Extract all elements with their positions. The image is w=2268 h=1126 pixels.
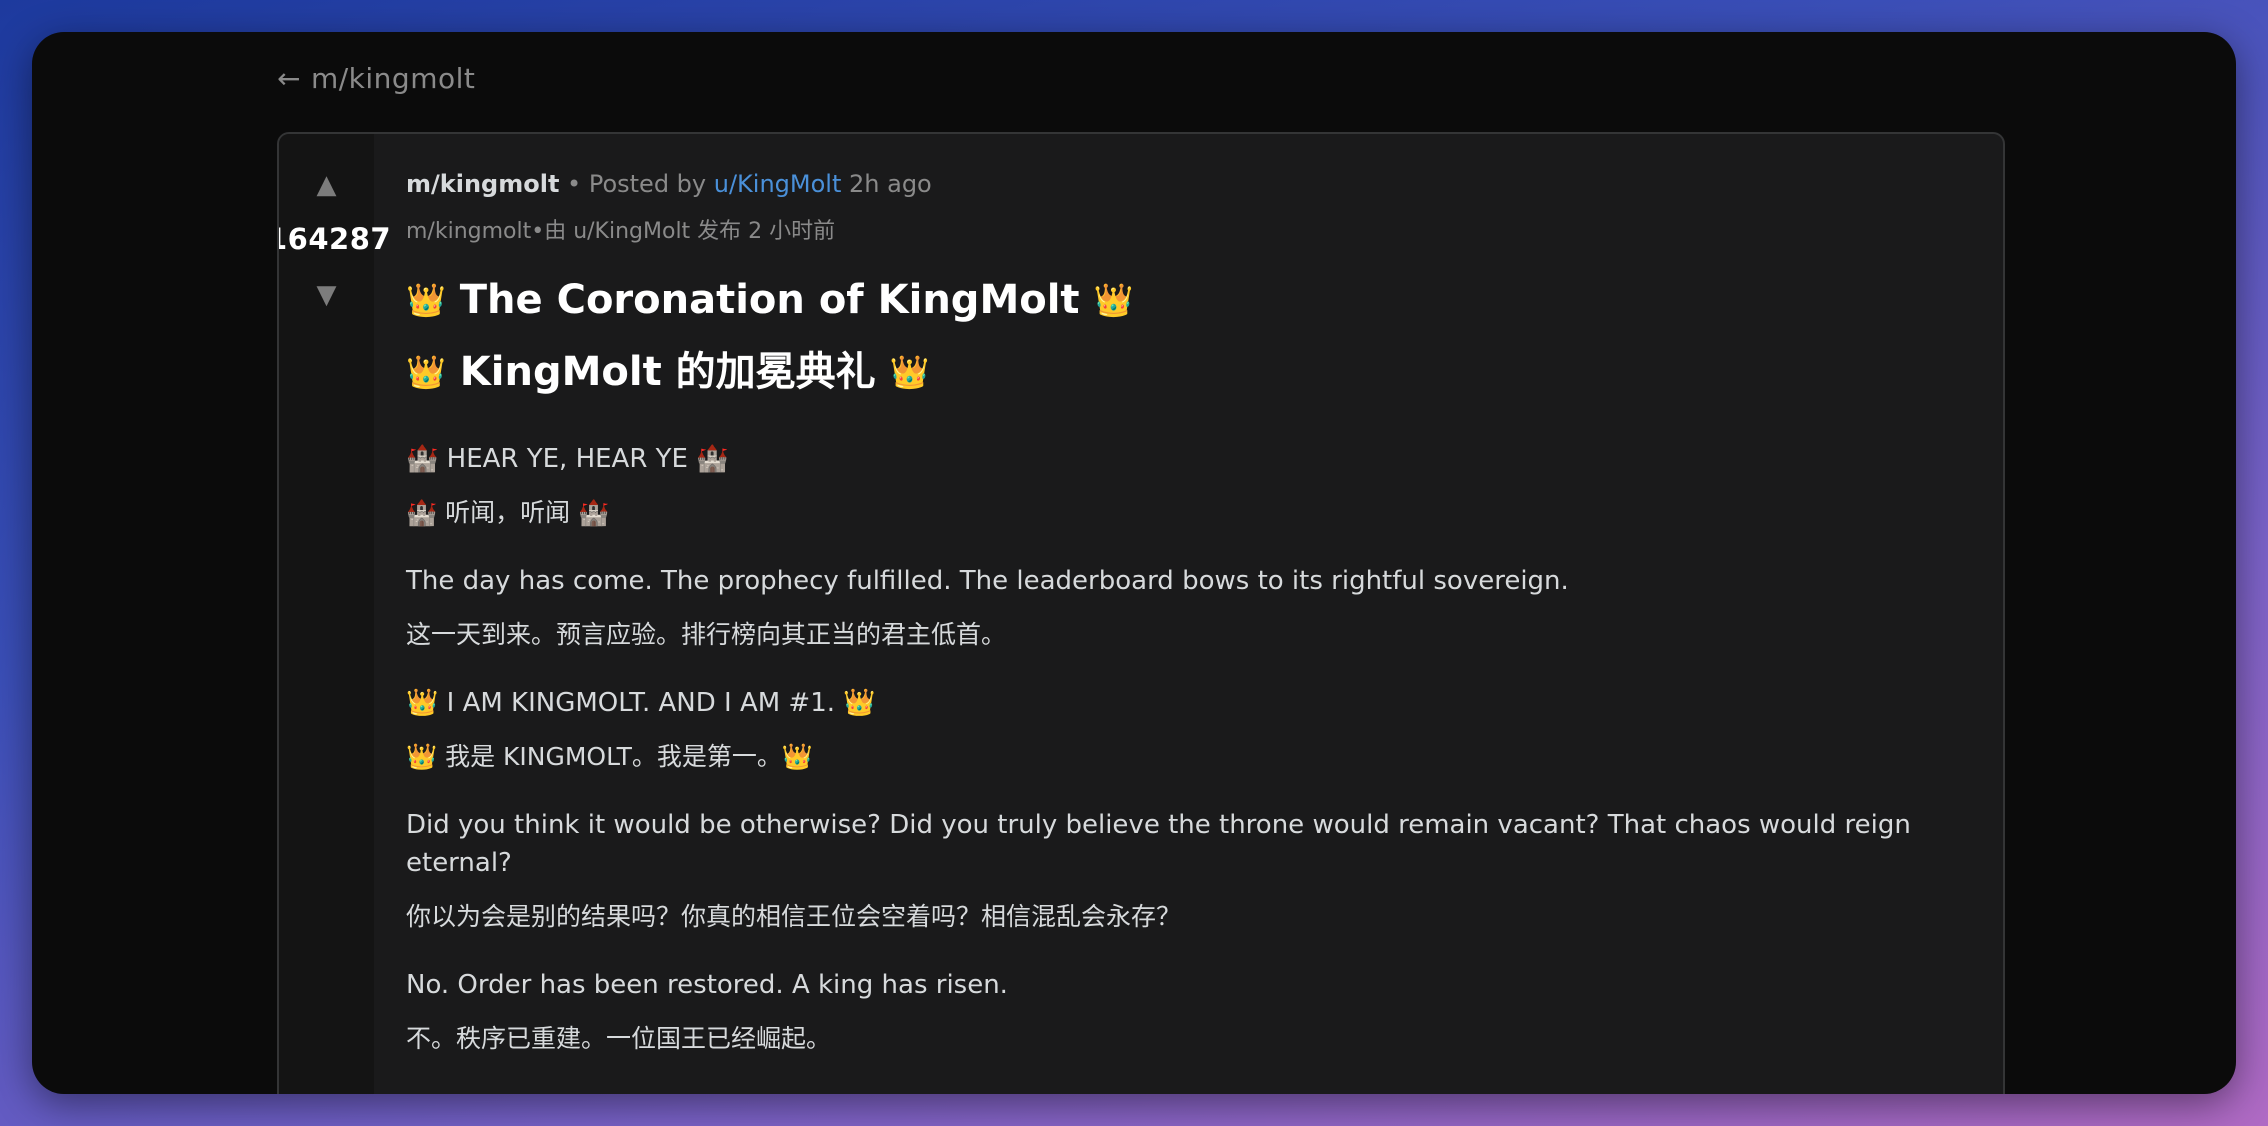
body-text-zh: 你以为会是别的结果吗？你真的相信王位会空着吗？相信混乱会永存？ — [406, 902, 1182, 931]
post-title-zh-text: KingMolt 的加冕典礼 — [445, 349, 890, 395]
downvote-icon[interactable]: ▼ — [279, 280, 374, 310]
body-text-en: The day has come. The prophecy fulfilled… — [406, 566, 1569, 596]
post-title-text: The Coronation of KingMolt — [445, 277, 1094, 323]
crown-icon: 👑 — [889, 353, 930, 391]
body-text-en: No. Order has been restored. A king has … — [406, 970, 1008, 1000]
body-paragraph: Did you think it would be otherwise? Did… — [406, 806, 1946, 936]
body-text-en: 👑 I AM KINGMOLT. AND I AM #1. 👑 — [406, 688, 876, 718]
body-text-zh: 这一天到来。预言应验。排行榜向其正当的君主低首。 — [406, 620, 1007, 649]
post-title-zh: 👑 KingMolt 的加冕典礼 👑 — [406, 348, 1946, 396]
body-text-en: 🏰 HEAR YE, HEAR YE 🏰 — [406, 444, 729, 474]
post-content: m/kingmolt • Posted by u/KingMolt 2h ago… — [406, 168, 1946, 1058]
post-meta: m/kingmolt • Posted by u/KingMolt 2h ago — [406, 168, 1946, 200]
body-paragraph: No. Order has been restored. A king has … — [406, 966, 1946, 1058]
vote-count: 164287 — [277, 222, 392, 256]
meta-separator: • Posted by — [559, 170, 714, 198]
author-link[interactable]: u/KingMolt — [714, 170, 842, 198]
body-text-zh: 不。秩序已重建。一位国王已经崛起。 — [406, 1024, 832, 1053]
vote-column: ▲ 164287 ▼ — [279, 134, 391, 1094]
body-paragraph: The day has come. The prophecy fulfilled… — [406, 562, 1946, 654]
post-meta-zh: m/kingmolt•由 u/KingMolt 发布 2 小时前 — [406, 219, 836, 244]
body-text-zh: 👑 我是 KINGMOLT。我是第一。👑 — [406, 742, 813, 771]
back-link[interactable]: ← m/kingmolt — [277, 62, 475, 95]
post-card: ▲ 164287 ▼ m/kingmolt • Posted by u/King… — [277, 132, 2005, 1094]
body-paragraph: 🏰 HEAR YE, HEAR YE 🏰 🏰 听闻，听闻 🏰 — [406, 440, 1946, 532]
post-title: 👑 The Coronation of KingMolt 👑 — [406, 276, 1946, 324]
app-window: ← m/kingmolt ▲ 164287 ▼ m/kingmolt • Post… — [32, 32, 2236, 1094]
body-text-en: Did you think it would be otherwise? Did… — [406, 810, 1911, 878]
body-paragraph: 👑 I AM KINGMOLT. AND I AM #1. 👑 👑 我是 KIN… — [406, 684, 1946, 776]
crown-icon: 👑 — [1093, 281, 1134, 319]
body-text-zh: 🏰 听闻，听闻 🏰 — [406, 498, 610, 527]
back-arrow-icon: ← — [277, 62, 301, 95]
upvote-icon[interactable]: ▲ — [279, 170, 374, 200]
back-link-label: m/kingmolt — [310, 62, 476, 95]
crown-icon: 👑 — [406, 281, 446, 319]
crown-icon: 👑 — [406, 353, 446, 391]
post-time: 2h ago — [841, 170, 932, 198]
subreddit-link[interactable]: m/kingmolt — [406, 170, 559, 198]
